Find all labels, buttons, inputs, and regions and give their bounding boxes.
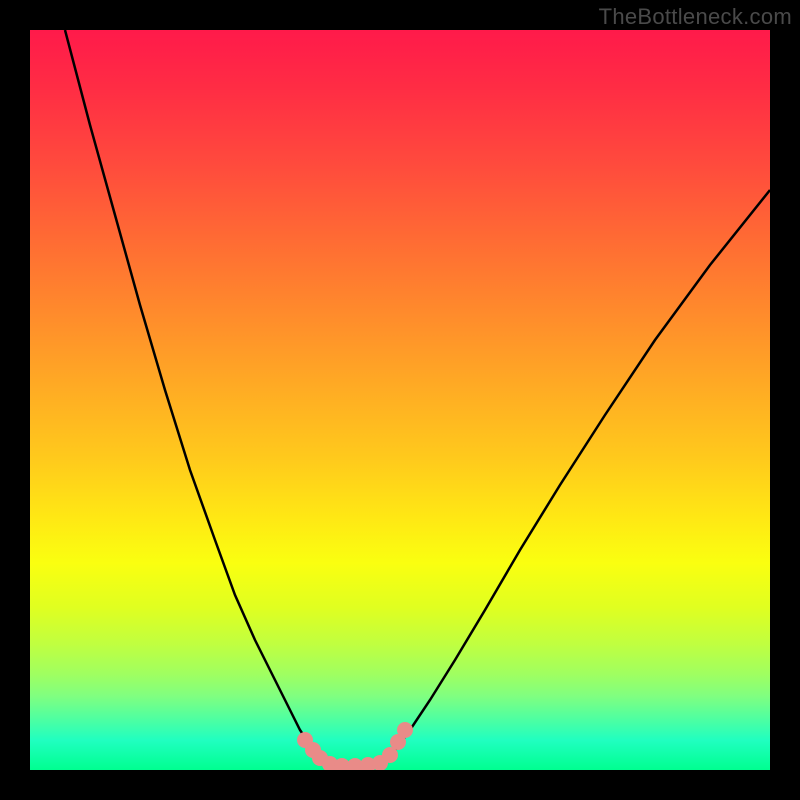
chart-frame: TheBottleneck.com: [0, 0, 800, 800]
data-markers: [297, 722, 413, 770]
chart-svg: [30, 30, 770, 770]
watermark-text: TheBottleneck.com: [599, 4, 792, 30]
data-point-marker: [397, 722, 413, 738]
curve-right-branch: [385, 190, 770, 762]
plot-area: [30, 30, 770, 770]
curve-left-branch: [65, 30, 325, 762]
